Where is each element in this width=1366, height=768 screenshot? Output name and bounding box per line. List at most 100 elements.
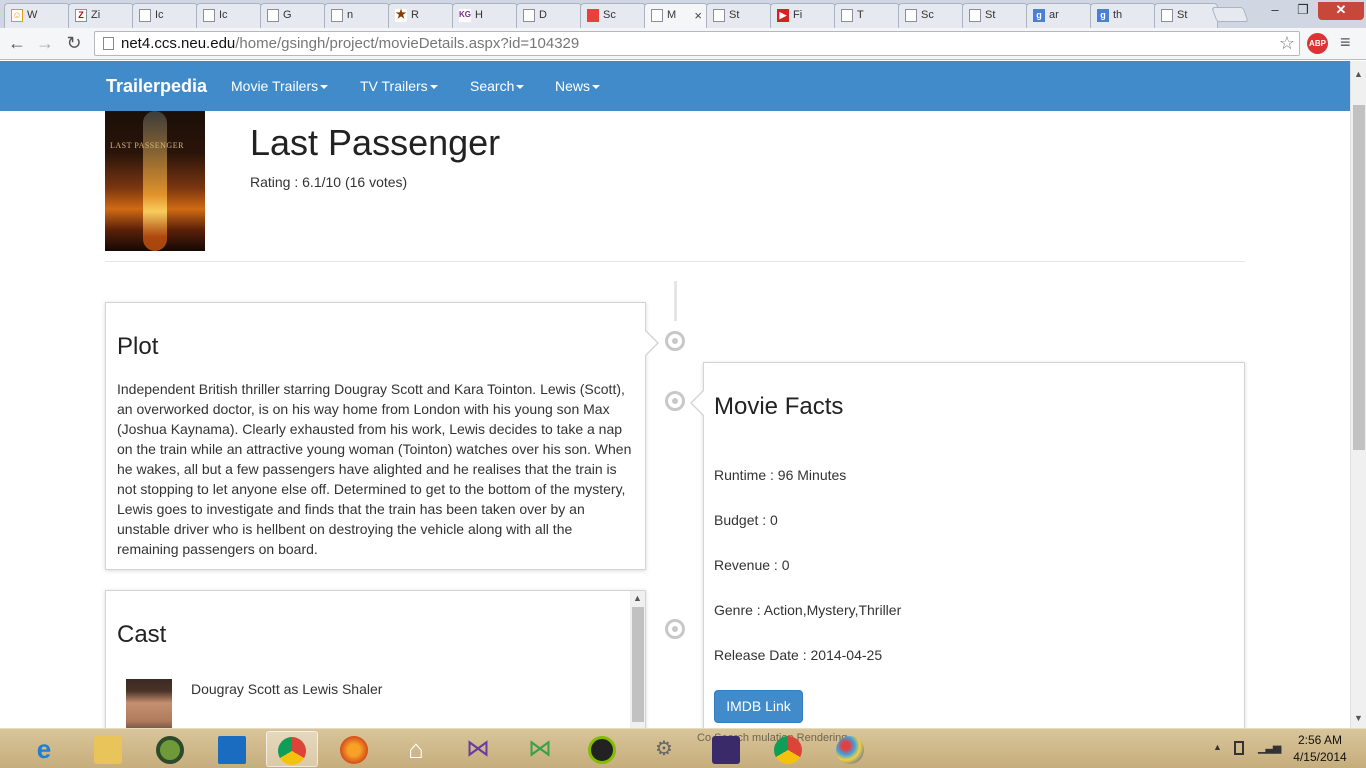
- browser-tab[interactable]: Sc: [898, 3, 964, 28]
- browser-tab[interactable]: St: [962, 3, 1028, 28]
- browser-tab[interactable]: Ic: [196, 3, 262, 28]
- internet-explorer-icon[interactable]: e: [18, 731, 70, 767]
- browser-tab[interactable]: D: [516, 3, 582, 28]
- browser-tab[interactable]: St: [1154, 3, 1218, 28]
- window-close-icon[interactable]: ✕: [1318, 2, 1364, 20]
- back-arrow-icon[interactable]: ←: [5, 31, 29, 55]
- visual-studio-green-icon[interactable]: ⋈: [514, 731, 566, 767]
- scroll-up-icon[interactable]: ▲: [633, 593, 642, 603]
- nav-label: News: [555, 78, 591, 94]
- minimize-icon[interactable]: –: [1262, 2, 1288, 20]
- file-explorer-icon[interactable]: [82, 731, 134, 767]
- fact-budget: Budget : 0: [714, 512, 778, 528]
- browser-tab[interactable]: g th: [1090, 3, 1156, 28]
- cast-scrollbar[interactable]: ▲: [630, 591, 645, 728]
- nav-tv-trailers[interactable]: TV Trailers: [360, 78, 438, 94]
- cast-photo: [126, 679, 172, 728]
- page-icon: [267, 9, 279, 22]
- paint-icon[interactable]: [824, 731, 876, 767]
- nav-search[interactable]: Search: [470, 78, 525, 94]
- site-brand[interactable]: Trailerpedia: [106, 76, 207, 97]
- cast-member: Dougray Scott as Lewis Shaler: [191, 681, 383, 697]
- scroll-down-icon[interactable]: ▼: [1354, 713, 1363, 723]
- address-bar[interactable]: net4.ccs.neu.edu/home/gsingh/project/mov…: [94, 31, 1300, 56]
- scroll-up-icon[interactable]: ▲: [1354, 69, 1363, 79]
- browser-tab[interactable]: g ar: [1026, 3, 1092, 28]
- browser-tab[interactable]: ★ R: [388, 3, 454, 28]
- tab-label: D: [539, 9, 547, 21]
- tab-label: ar: [1049, 9, 1059, 21]
- chrome-icon[interactable]: [762, 731, 814, 767]
- imdb-link-button[interactable]: IMDB Link: [714, 690, 803, 723]
- clock-time[interactable]: 2:56 AM: [1290, 733, 1350, 747]
- clock-date[interactable]: 4/15/2014: [1290, 750, 1350, 764]
- page-icon: [1161, 9, 1173, 22]
- page-icon: [713, 9, 725, 22]
- plot-panel: Plot Independent British thriller starri…: [105, 302, 659, 570]
- youtube-icon: ▶: [777, 9, 789, 22]
- tray-expand-icon[interactable]: ▲: [1213, 742, 1222, 752]
- cast-heading: Cast: [117, 621, 167, 648]
- tab-label: M: [667, 9, 677, 21]
- browser-tab-strip: ☺ W Z Zi Ic Ic G n ★ R KG H D Sc M × St ▶ Fi T…: [0, 0, 1366, 29]
- tab-label: Sc: [921, 9, 934, 21]
- scribd-icon: [587, 9, 599, 22]
- star-icon: ★: [395, 9, 407, 22]
- page-scrollbar[interactable]: ▲ ▼: [1350, 61, 1366, 728]
- page-icon: [841, 9, 853, 22]
- user-icon: ☺: [11, 9, 23, 22]
- battery-icon[interactable]: [1234, 741, 1244, 755]
- menu-icon[interactable]: ≡: [1340, 32, 1351, 53]
- adblock-icon[interactable]: ABP: [1307, 33, 1328, 54]
- tool-icon[interactable]: ⚙: [638, 731, 690, 767]
- caret-down-icon: [592, 85, 601, 90]
- windows-taskbar: e ⌂ ⋈ ⋈ ⚙ Co Search mulation Rendering ▲…: [0, 728, 1366, 768]
- home-icon[interactable]: ⌂: [390, 731, 442, 767]
- tab-label: H: [475, 9, 483, 21]
- browser-tab[interactable]: ☺ W: [4, 3, 70, 28]
- new-tab-button[interactable]: [1211, 7, 1249, 22]
- browser-tab[interactable]: Ic: [132, 3, 198, 28]
- tab-label: Zi: [91, 9, 101, 21]
- browser-tab[interactable]: St: [706, 3, 772, 28]
- caret-down-icon: [429, 85, 438, 90]
- nav-label: Movie Trailers: [231, 78, 319, 94]
- scroll-thumb[interactable]: [632, 607, 644, 722]
- reload-icon[interactable]: ↻: [62, 31, 86, 55]
- chrome-icon[interactable]: [266, 731, 318, 767]
- signal-icon[interactable]: ▁▃▅: [1258, 741, 1281, 754]
- maximize-icon[interactable]: ❐: [1290, 2, 1316, 20]
- cast-panel: Cast Dougray Scott as Lewis Shaler ▲: [105, 590, 646, 728]
- nav-movie-trailers[interactable]: Movie Trailers: [231, 78, 329, 94]
- tab-label: n: [347, 9, 354, 21]
- spotify-icon[interactable]: [576, 731, 628, 767]
- bookmark-star-icon[interactable]: ☆: [1279, 32, 1295, 55]
- firefox-icon[interactable]: [328, 731, 380, 767]
- caret-down-icon: [516, 85, 525, 90]
- page-icon: [103, 37, 114, 50]
- movie-title: Last Passenger: [250, 122, 501, 163]
- page-icon: [203, 9, 215, 22]
- browser-tab[interactable]: ▶ Fi: [770, 3, 836, 28]
- tab-label: G: [283, 9, 292, 21]
- close-icon[interactable]: ×: [694, 8, 702, 23]
- java-ee-ide-icon[interactable]: [700, 731, 752, 767]
- tab-label: Sc: [603, 9, 616, 21]
- tab-label: W: [27, 9, 38, 21]
- browser-tab[interactable]: n: [324, 3, 390, 28]
- zotero-icon: Z: [75, 9, 87, 22]
- google-icon: g: [1097, 9, 1109, 22]
- nav-news[interactable]: News: [555, 78, 601, 94]
- browser-tab[interactable]: Z Zi: [68, 3, 134, 28]
- forward-arrow-icon[interactable]: →: [33, 31, 57, 55]
- browser-tab[interactable]: G: [260, 3, 326, 28]
- browser-tab[interactable]: Sc: [580, 3, 646, 28]
- system-tray: ▲ ▁▃▅ 2:56 AM 4/15/2014: [1210, 729, 1366, 768]
- scroll-thumb[interactable]: [1353, 105, 1365, 450]
- lenovo-icon[interactable]: [206, 731, 258, 767]
- app-ring-icon[interactable]: [144, 731, 196, 767]
- browser-tab[interactable]: KG H: [452, 3, 518, 28]
- browser-tab-active[interactable]: M ×: [644, 3, 708, 29]
- browser-tab[interactable]: T: [834, 3, 900, 28]
- visual-studio-icon[interactable]: ⋈: [452, 731, 504, 767]
